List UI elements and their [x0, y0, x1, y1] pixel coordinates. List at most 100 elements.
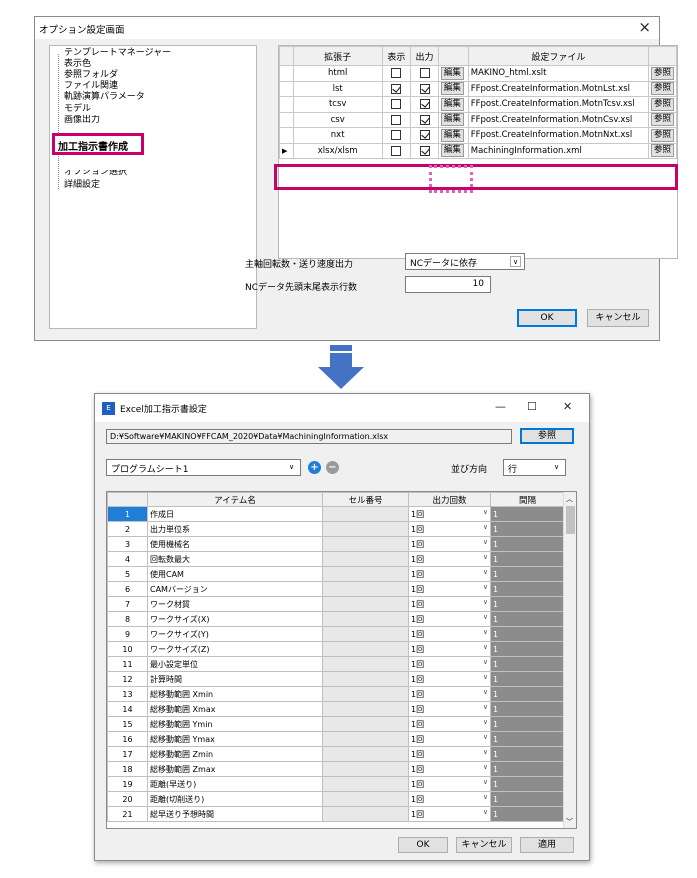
output-checkbox[interactable] — [419, 83, 430, 94]
ref-button[interactable]: 参照 — [650, 82, 674, 96]
order-combo[interactable]: 行 ∨ — [503, 459, 566, 476]
table-row[interactable]: 7 ワーク材質 1回 ∨ 1 — [107, 596, 565, 612]
item-name[interactable]: 最小設定単位 — [147, 656, 323, 672]
table-row[interactable]: 16 総移動範囲 Ymax 1回 ∨ 1 — [107, 731, 565, 747]
interval[interactable]: 1 — [490, 641, 565, 657]
item-name[interactable]: 総移動範囲 Ymin — [147, 716, 323, 732]
cell-number[interactable] — [322, 611, 409, 627]
show-checkbox[interactable] — [391, 99, 402, 109]
cell-number[interactable] — [322, 716, 409, 732]
chevron-down-icon[interactable]: ∨ — [483, 763, 488, 771]
chevron-down-icon[interactable]: ∨ — [483, 778, 488, 786]
item-name[interactable]: 総移動範囲 Xmin — [147, 686, 323, 702]
interval[interactable]: 1 — [490, 521, 565, 537]
table-row[interactable]: html 編集 MAKINO_html.xslt 参照 — [279, 65, 678, 82]
item-name[interactable]: ワーク材質 — [147, 596, 323, 612]
scroll-up-icon[interactable]: ︿ — [566, 494, 573, 504]
chevron-down-icon[interactable]: ∨ — [483, 808, 488, 816]
chevron-down-icon[interactable]: ∨ — [483, 553, 488, 561]
show-checkbox[interactable] — [391, 83, 402, 94]
close-icon[interactable]: × — [638, 18, 651, 36]
table-row[interactable]: 18 総移動範囲 Zmax 1回 ∨ 1 — [107, 761, 565, 777]
output-count[interactable]: 1回 ∨ — [408, 581, 491, 597]
item-name[interactable]: ワークサイズ(Z) — [147, 641, 323, 657]
interval[interactable]: 1 — [490, 656, 565, 672]
item-name[interactable]: 総移動範囲 Zmin — [147, 746, 323, 762]
output-count[interactable]: 1回 ∨ — [408, 761, 491, 777]
chevron-down-icon[interactable]: ∨ — [551, 462, 562, 473]
interval[interactable]: 1 — [490, 566, 565, 582]
edit-button[interactable]: 編集 — [440, 144, 464, 158]
tree-item-image-output[interactable]: 画像出力 — [64, 115, 100, 123]
item-name[interactable]: 計算時間 — [147, 671, 323, 687]
item-name[interactable]: 総移動範囲 Zmax — [147, 761, 323, 777]
item-name[interactable]: ワークサイズ(Y) — [147, 626, 323, 642]
table-row[interactable]: 10 ワークサイズ(Z) 1回 ∨ 1 — [107, 641, 565, 657]
output-checkbox[interactable] — [419, 145, 430, 156]
interval[interactable]: 1 — [490, 716, 565, 732]
interval[interactable]: 1 — [490, 776, 565, 792]
interval[interactable]: 1 — [490, 581, 565, 597]
output-count[interactable]: 1回 ∨ — [408, 551, 491, 567]
chevron-down-icon[interactable]: ∨ — [483, 538, 488, 546]
cell-number[interactable] — [322, 746, 409, 762]
cell-number[interactable] — [322, 776, 409, 792]
cell-number[interactable] — [322, 761, 409, 777]
edit-button[interactable]: 編集 — [440, 66, 464, 80]
interval[interactable]: 1 — [490, 611, 565, 627]
output-count[interactable]: 1回 ∨ — [408, 791, 491, 807]
tree-item-instruction-sheet[interactable]: 加工指示書作成 — [52, 133, 144, 155]
remove-sheet-icon[interactable]: − — [326, 461, 339, 474]
table-row[interactable]: 1 作成日 1回 ∨ 1 — [107, 506, 565, 522]
cancel-button[interactable]: キャンセル — [456, 837, 512, 853]
output-checkbox[interactable] — [419, 114, 430, 125]
chevron-down-icon[interactable]: ∨ — [483, 718, 488, 726]
output-count[interactable]: 1回 ∨ — [408, 686, 491, 702]
maximize-icon[interactable]: ☐ — [527, 400, 537, 413]
cancel-button[interactable]: キャンセル — [587, 309, 649, 327]
interval[interactable]: 1 — [490, 791, 565, 807]
cell-number[interactable] — [322, 521, 409, 537]
table-row[interactable]: 5 使用CAM 1回 ∨ 1 — [107, 566, 565, 582]
apply-button[interactable]: 適用 — [520, 837, 574, 853]
tree-item-reference-folder[interactable]: 参照フォルダ — [64, 70, 118, 81]
chevron-down-icon[interactable]: ∨ — [483, 583, 488, 591]
table-row-current[interactable]: ▶ xlsx/xlsm 編集 MachiningInformation.xml … — [279, 142, 678, 159]
item-name[interactable]: 総移動範囲 Xmax — [147, 701, 323, 717]
table-row[interactable]: 20 距離(切削送り) 1回 ∨ 1 — [107, 791, 565, 807]
item-name[interactable]: 使用機械名 — [147, 536, 323, 552]
item-name[interactable]: 距離(早送り) — [147, 776, 323, 792]
ref-button[interactable]: 参照 — [650, 97, 674, 111]
cell-number[interactable] — [322, 506, 409, 522]
cell-number[interactable] — [322, 581, 409, 597]
chevron-down-icon[interactable]: ∨ — [483, 598, 488, 606]
spindle-combo[interactable]: NCデータに依存 ∨ — [405, 253, 525, 270]
interval[interactable]: 1 — [490, 536, 565, 552]
chevron-down-icon[interactable]: ∨ — [483, 748, 488, 756]
interval[interactable]: 1 — [490, 761, 565, 777]
table-row[interactable]: 6 CAMバージョン 1回 ∨ 1 — [107, 581, 565, 597]
output-count[interactable]: 1回 ∨ — [408, 716, 491, 732]
ref-button[interactable]: 参照 — [650, 144, 674, 158]
edit-button[interactable]: 編集 — [440, 128, 464, 142]
cell-number[interactable] — [322, 806, 409, 822]
item-name[interactable]: 総早送り予想時間 — [147, 806, 323, 822]
item-name[interactable]: 使用CAM — [147, 566, 323, 582]
ref-button[interactable]: 参照 — [520, 428, 574, 444]
cell-number[interactable] — [322, 671, 409, 687]
interval[interactable]: 1 — [490, 731, 565, 747]
output-count[interactable]: 1回 ∨ — [408, 806, 491, 822]
minimize-icon[interactable]: — — [495, 400, 506, 413]
output-checkbox[interactable] — [419, 99, 430, 109]
chevron-down-icon[interactable]: ∨ — [483, 568, 488, 576]
ref-button[interactable]: 参照 — [650, 113, 674, 127]
interval[interactable]: 1 — [490, 506, 565, 522]
output-count[interactable]: 1回 ∨ — [408, 611, 491, 627]
chevron-down-icon[interactable]: ∨ — [483, 628, 488, 636]
item-name[interactable]: 距離(切削送り) — [147, 791, 323, 807]
interval[interactable]: 1 — [490, 806, 565, 822]
scroll-thumb[interactable] — [566, 506, 575, 534]
table-row[interactable]: 8 ワークサイズ(X) 1回 ∨ 1 — [107, 611, 565, 627]
table-row[interactable]: 9 ワークサイズ(Y) 1回 ∨ 1 — [107, 626, 565, 642]
tree-item-option-select[interactable]: オプション選択 — [64, 170, 127, 178]
